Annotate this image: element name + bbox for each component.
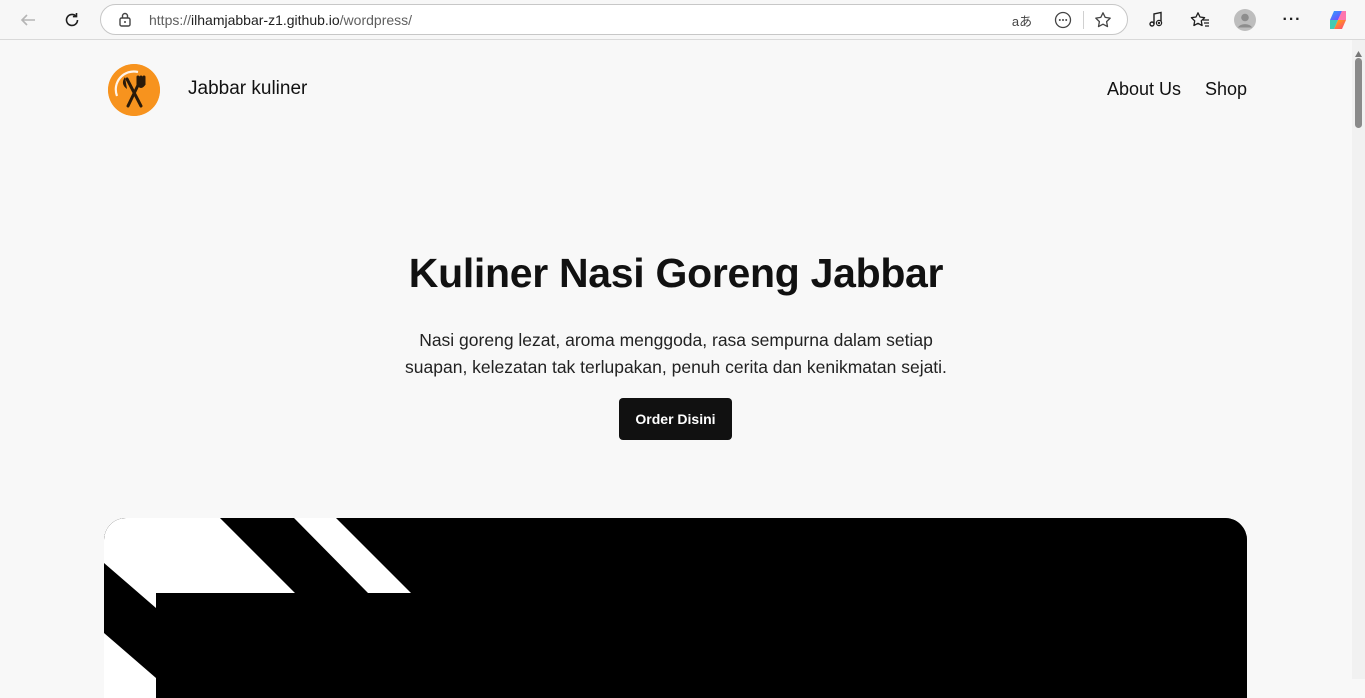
hero-image [104, 518, 1247, 698]
url-scheme: https:// [149, 12, 192, 28]
address-bar[interactable]: https://ilhamjabbar-z1.github.io/wordpre… [100, 4, 1128, 35]
site-title[interactable]: Jabbar kuliner [188, 78, 307, 100]
nav-item-about-us[interactable]: About Us [1107, 79, 1181, 100]
url-path: /wordpress/ [339, 12, 413, 28]
page-scrollbar[interactable] [1352, 40, 1365, 679]
hero-title: Kuliner Nasi Goreng Jabbar [408, 250, 944, 296]
reload-icon[interactable] [56, 4, 88, 36]
address-divider [1083, 11, 1084, 29]
star-icon[interactable] [1091, 8, 1115, 32]
hero-description: Nasi goreng lezat, aroma menggoda, rasa … [405, 330, 947, 377]
lock-icon[interactable] [118, 11, 132, 32]
address-url: https://ilhamjabbar-z1.github.io/wordpre… [149, 12, 412, 28]
favorites-icon[interactable] [1184, 4, 1216, 36]
scrollbar-thumb[interactable] [1355, 58, 1362, 128]
copilot-icon[interactable] [1322, 4, 1354, 36]
page-extension-icon[interactable] [1051, 8, 1075, 32]
more-menu-icon[interactable]: ··· [1276, 4, 1308, 36]
nav-item-shop[interactable]: Shop [1205, 79, 1247, 100]
fork-knife-icon [108, 64, 160, 116]
back-arrow-icon[interactable] [12, 4, 44, 36]
read-aloud-icon[interactable]: aあ [1010, 8, 1034, 32]
media-control-icon[interactable] [1140, 4, 1172, 36]
url-host: ilhamjabbar-z1.github.io [191, 12, 340, 28]
web-page: Jabbar kuliner About Us Shop Kuliner Nas… [0, 40, 1352, 698]
site-logo[interactable] [108, 64, 160, 116]
profile-avatar-icon[interactable] [1229, 4, 1261, 36]
order-button[interactable]: Order Disini [619, 398, 732, 440]
browser-toolbar: https://ilhamjabbar-z1.github.io/wordpre… [0, 0, 1365, 40]
